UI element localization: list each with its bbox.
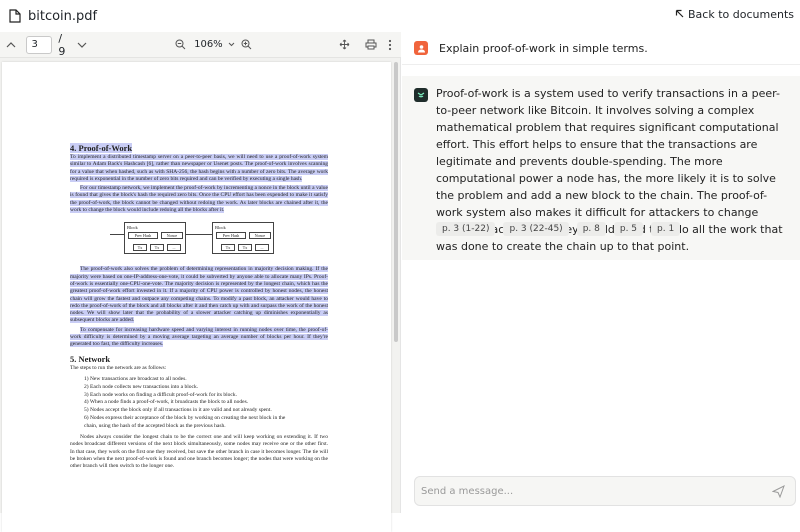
message-composer (414, 476, 796, 506)
section-heading-proof-of-work: 4. Proof-of-Work (70, 143, 133, 153)
page-content: 4. Proof-of-Work To implement a distribu… (70, 142, 328, 473)
paragraph-network-intro: The steps to run the network are as foll… (70, 364, 167, 371)
network-steps-list: 1) New transactions are broadcast to all… (84, 376, 328, 430)
zoom-out-icon[interactable] (174, 37, 188, 53)
assistant-avatar-icon (414, 88, 428, 102)
chat-panel: Explain proof-of-work in simple terms. P… (402, 32, 800, 513)
user-question: Explain proof-of-work in simple terms. (439, 41, 648, 55)
citation-chip[interactable]: p. 1 (651, 222, 681, 236)
arrow-up-left-icon (675, 8, 684, 21)
chevron-down-icon[interactable] (75, 37, 89, 53)
page-number-input[interactable]: 3 (26, 35, 53, 54)
section-heading-network: 5. Network (70, 353, 111, 364)
prev-hash-cell: Prev Hash (216, 232, 246, 240)
chain-arrow (110, 234, 124, 235)
block-box: Block Prev Hash Nonce Tx Tx ... (212, 222, 274, 255)
ellipsis-cell: ... (167, 244, 181, 252)
back-to-documents-link[interactable]: Back to documents (675, 8, 794, 21)
back-link-label: Back to documents (688, 8, 794, 21)
chain-arrow (186, 234, 212, 235)
move-icon[interactable] (338, 37, 352, 53)
citation-chip[interactable]: p. 8 (576, 222, 606, 236)
citation-chip[interactable]: p. 5 (613, 222, 644, 236)
paragraph-pow-intro: To implement a distributed timestamp ser… (70, 154, 328, 182)
citation-list: p. 3 (1-22) p. 3 (22-45) p. 8 p. 5 p. 1 (436, 222, 681, 236)
list-item: 6) Nodes express their acceptance of the… (84, 414, 286, 421)
citation-chip[interactable]: p. 3 (22-45) (503, 222, 569, 236)
paragraph-pow-nonce: For our timestamp network, we implement … (70, 185, 328, 214)
citation-chip[interactable]: p. 3 (1-22) (436, 222, 496, 236)
list-item: 1) New transactions are broadcast to all… (84, 375, 187, 382)
pdf-page: 4. Proof-of-Work To implement a distribu… (2, 62, 391, 532)
block-box: Block Prev Hash Nonce Tx Tx ... (124, 222, 186, 255)
chevron-down-icon[interactable] (225, 37, 239, 53)
pdf-scrollbar[interactable] (394, 62, 399, 502)
list-item: 3) Each node works on finding a difficul… (84, 391, 237, 398)
paragraph-pow-difficulty: To compensate for increasing hardware sp… (70, 326, 328, 348)
print-icon[interactable] (364, 37, 378, 53)
block-label: Block (127, 225, 138, 231)
pdf-toolbar: 3 / 9 106% (0, 32, 401, 58)
chevron-up-icon[interactable] (4, 37, 18, 53)
paragraph-longest-chain: Nodes always consider the longest chain … (70, 434, 329, 470)
message-input[interactable] (421, 485, 761, 497)
user-avatar-icon (414, 41, 428, 55)
prev-hash-cell: Prev Hash (128, 232, 158, 240)
zoom-in-icon[interactable] (239, 37, 253, 53)
nonce-cell: Nonce (161, 232, 183, 240)
list-item: 5) Nodes accept the block only if all tr… (84, 407, 272, 414)
tx-cell: Tx (150, 244, 164, 252)
file-name: bitcoin.pdf (28, 8, 98, 24)
nonce-cell: Nonce (249, 232, 271, 240)
zoom-level[interactable]: 106% (194, 39, 223, 50)
paragraph-pow-majority: The proof-of-work also solves the proble… (70, 266, 328, 324)
user-message: Explain proof-of-work in simple terms. (402, 32, 800, 65)
ellipsis-cell: ... (255, 244, 269, 252)
assistant-message: Proof-of-work is a system used to verify… (402, 76, 800, 260)
list-item: 2) Each node collects new transactions i… (84, 383, 199, 390)
pdf-viewer: 3 / 9 106% 4. Proof-of-Work To implement… (0, 32, 401, 532)
list-item: 4) When a node finds a proof-of-work, it… (84, 399, 249, 406)
top-bar: bitcoin.pdf Back to documents (0, 0, 800, 32)
file-icon (8, 9, 22, 23)
tx-cell: Tx (133, 244, 147, 252)
block-label: Block (215, 225, 226, 231)
scroll-thumb[interactable] (394, 62, 398, 342)
page-total: / 9 (58, 31, 66, 58)
send-icon[interactable] (771, 484, 785, 499)
more-vertical-icon[interactable] (383, 37, 397, 53)
block-chain-diagram: Block Prev Hash Nonce Tx Tx ... Block Pr… (70, 218, 328, 258)
tx-cell: Tx (238, 244, 252, 252)
list-item: chain, using the hash of the accepted bl… (84, 422, 226, 429)
tx-cell: Tx (221, 244, 235, 252)
